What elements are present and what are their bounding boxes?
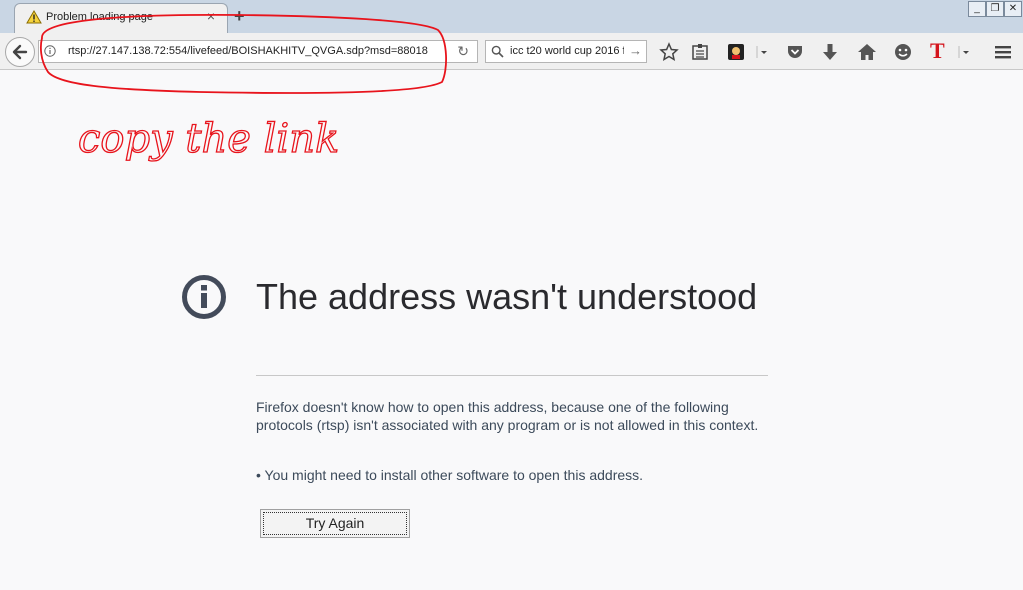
reload-icon[interactable]: ↻ <box>457 43 469 60</box>
error-title: The address wasn't understood <box>256 276 758 317</box>
try-again-label: Try Again <box>263 512 407 535</box>
info-icon <box>182 275 226 319</box>
restore-button[interactable]: ❐ <box>986 1 1004 17</box>
warning-icon <box>26 10 42 24</box>
error-page: The address wasn't understood Firefox do… <box>0 70 1023 590</box>
t-addon-icon[interactable]: T <box>930 40 950 62</box>
new-tab-button[interactable]: + <box>234 6 245 27</box>
menu-icon[interactable] <box>993 42 1013 62</box>
error-hint: You might need to install other software… <box>264 467 644 483</box>
navigation-toolbar: rtsp://27.147.138.72:554/livefeed/BOISHA… <box>0 33 1023 70</box>
back-button[interactable] <box>5 37 35 67</box>
minimize-button[interactable]: _ <box>968 1 986 17</box>
search-icon <box>491 45 504 58</box>
window-titlebar: Problem loading page × + _ ❐ ✕ <box>0 0 1023 33</box>
site-info-icon[interactable] <box>44 45 56 57</box>
url-input[interactable]: rtsp://27.147.138.72:554/livefeed/BOISHA… <box>68 45 428 57</box>
tab-close-icon[interactable]: × <box>207 8 215 24</box>
back-arrow-icon <box>12 44 28 60</box>
addon-avatar-icon[interactable] <box>726 42 746 62</box>
divider <box>256 375 768 376</box>
error-hint-list-item: • You might need to install other softwa… <box>256 466 768 484</box>
download-icon[interactable] <box>820 42 840 62</box>
pocket-icon[interactable] <box>785 42 805 62</box>
try-again-button[interactable]: Try Again <box>260 509 410 538</box>
close-window-button[interactable]: ✕ <box>1004 1 1022 17</box>
tab-problem-loading[interactable]: Problem loading page × <box>14 3 228 33</box>
tab-title: Problem loading page <box>46 11 154 23</box>
bookmark-star-icon[interactable] <box>659 42 679 62</box>
bullet-icon: • <box>256 467 261 483</box>
error-description: Firefox doesn't know how to open this ad… <box>256 399 759 433</box>
search-input[interactable]: icc t20 world cup 2016 fixtures <box>510 45 624 57</box>
chevron-down-icon[interactable] <box>957 42 971 62</box>
home-icon[interactable] <box>857 42 877 62</box>
search-go-icon[interactable]: → <box>629 43 642 58</box>
search-bar[interactable]: icc t20 world cup 2016 fixtures → <box>485 40 647 63</box>
url-bar[interactable]: rtsp://27.147.138.72:554/livefeed/BOISHA… <box>38 40 478 63</box>
emoji-icon[interactable] <box>893 42 913 62</box>
chevron-down-icon[interactable] <box>755 42 769 62</box>
reading-list-icon[interactable] <box>690 42 710 62</box>
